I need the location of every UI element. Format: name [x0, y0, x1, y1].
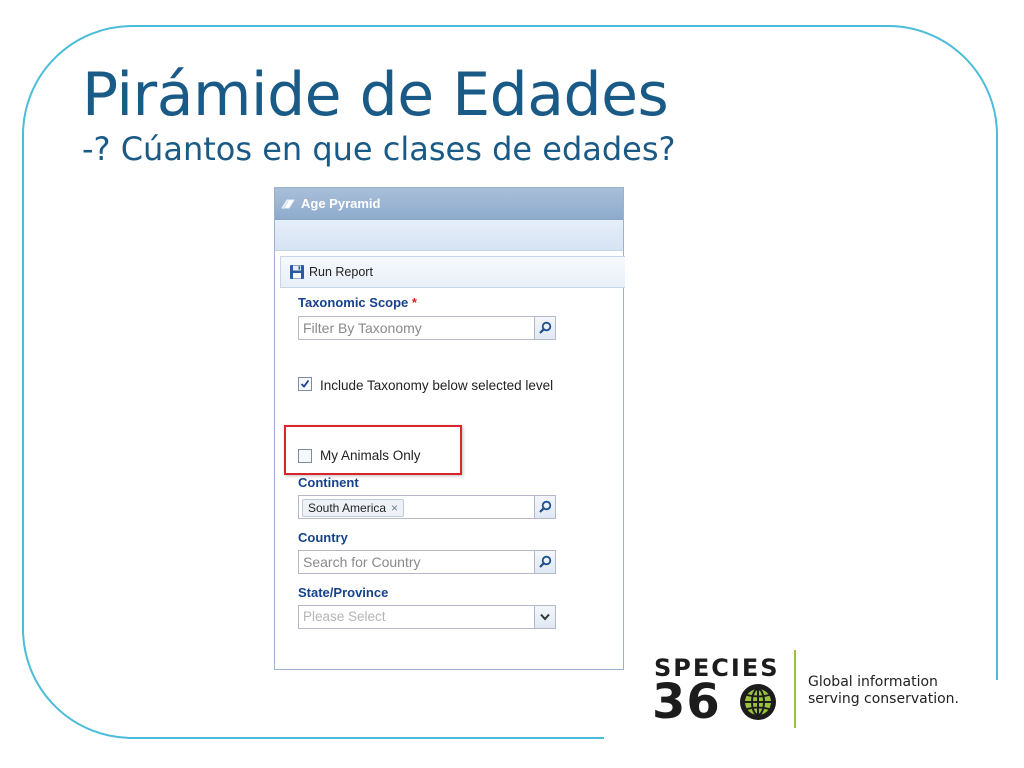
required-mark: *: [411, 295, 417, 310]
my-animals-only-label: My Animals Only: [320, 448, 421, 463]
continent-label: Continent: [298, 475, 359, 490]
tagline-line-1: Global information: [808, 674, 938, 690]
taxonomic-scope-label: Taxonomic Scope *: [298, 295, 417, 310]
report-toolbar: Run Report: [280, 256, 625, 288]
state-province-placeholder: Please Select: [303, 609, 386, 624]
continent-input[interactable]: South America ×: [298, 495, 556, 519]
search-icon: [539, 500, 552, 513]
slide-subtitle: -? Cúantos en que clases de edades?: [82, 130, 676, 168]
logo-tagline: Global information serving conservation.: [808, 674, 959, 708]
taxonomic-scope-label-text: Taxonomic Scope: [298, 295, 409, 310]
my-animals-only-checkbox[interactable]: [298, 448, 312, 463]
taxonomy-filter-input[interactable]: Filter By Taxonomy: [298, 316, 556, 340]
report-icon: [281, 199, 295, 209]
remove-tag-icon[interactable]: ×: [391, 501, 398, 515]
slide-title: Pirámide de Edades: [82, 60, 669, 130]
floppy-disk-icon: [290, 265, 304, 279]
include-taxonomy-row: Include Taxonomy below selected level: [298, 375, 558, 396]
species-logo-number: 36: [652, 674, 721, 730]
taxonomy-search-button[interactable]: [534, 317, 555, 339]
run-report-button[interactable]: Run Report: [289, 264, 373, 280]
search-icon: [539, 321, 552, 334]
panel-header: Age Pyramid: [275, 188, 623, 220]
my-animals-only-row: My Animals Only: [298, 448, 421, 463]
country-search-button[interactable]: [534, 551, 555, 573]
tagline-line-2: serving conservation.: [808, 691, 959, 707]
panel-tab-band: [275, 220, 623, 251]
continent-tag-text: South America: [308, 501, 387, 515]
continent-tag: South America ×: [302, 499, 405, 517]
continent-search-button[interactable]: [534, 496, 555, 518]
globe-icon: [740, 684, 776, 720]
state-province-select[interactable]: Please Select: [298, 605, 556, 629]
run-report-label: Run Report: [309, 265, 373, 279]
country-search-placeholder: Search for Country: [303, 554, 421, 570]
age-pyramid-panel: Age Pyramid Run Report Taxonomic Scope *…: [274, 187, 625, 670]
include-taxonomy-label: Include Taxonomy below selected level: [320, 378, 554, 393]
country-search-input[interactable]: Search for Country: [298, 550, 556, 574]
search-icon: [539, 555, 552, 568]
chevron-down-icon: [540, 613, 550, 621]
taxonomy-filter-placeholder: Filter By Taxonomy: [303, 320, 422, 336]
country-label: Country: [298, 530, 348, 545]
state-province-dropdown-button[interactable]: [534, 606, 555, 628]
frame-gap-corner: [960, 680, 1020, 750]
panel-title: Age Pyramid: [301, 196, 381, 211]
logo-divider: [794, 650, 796, 728]
state-province-label: State/Province: [298, 585, 389, 600]
